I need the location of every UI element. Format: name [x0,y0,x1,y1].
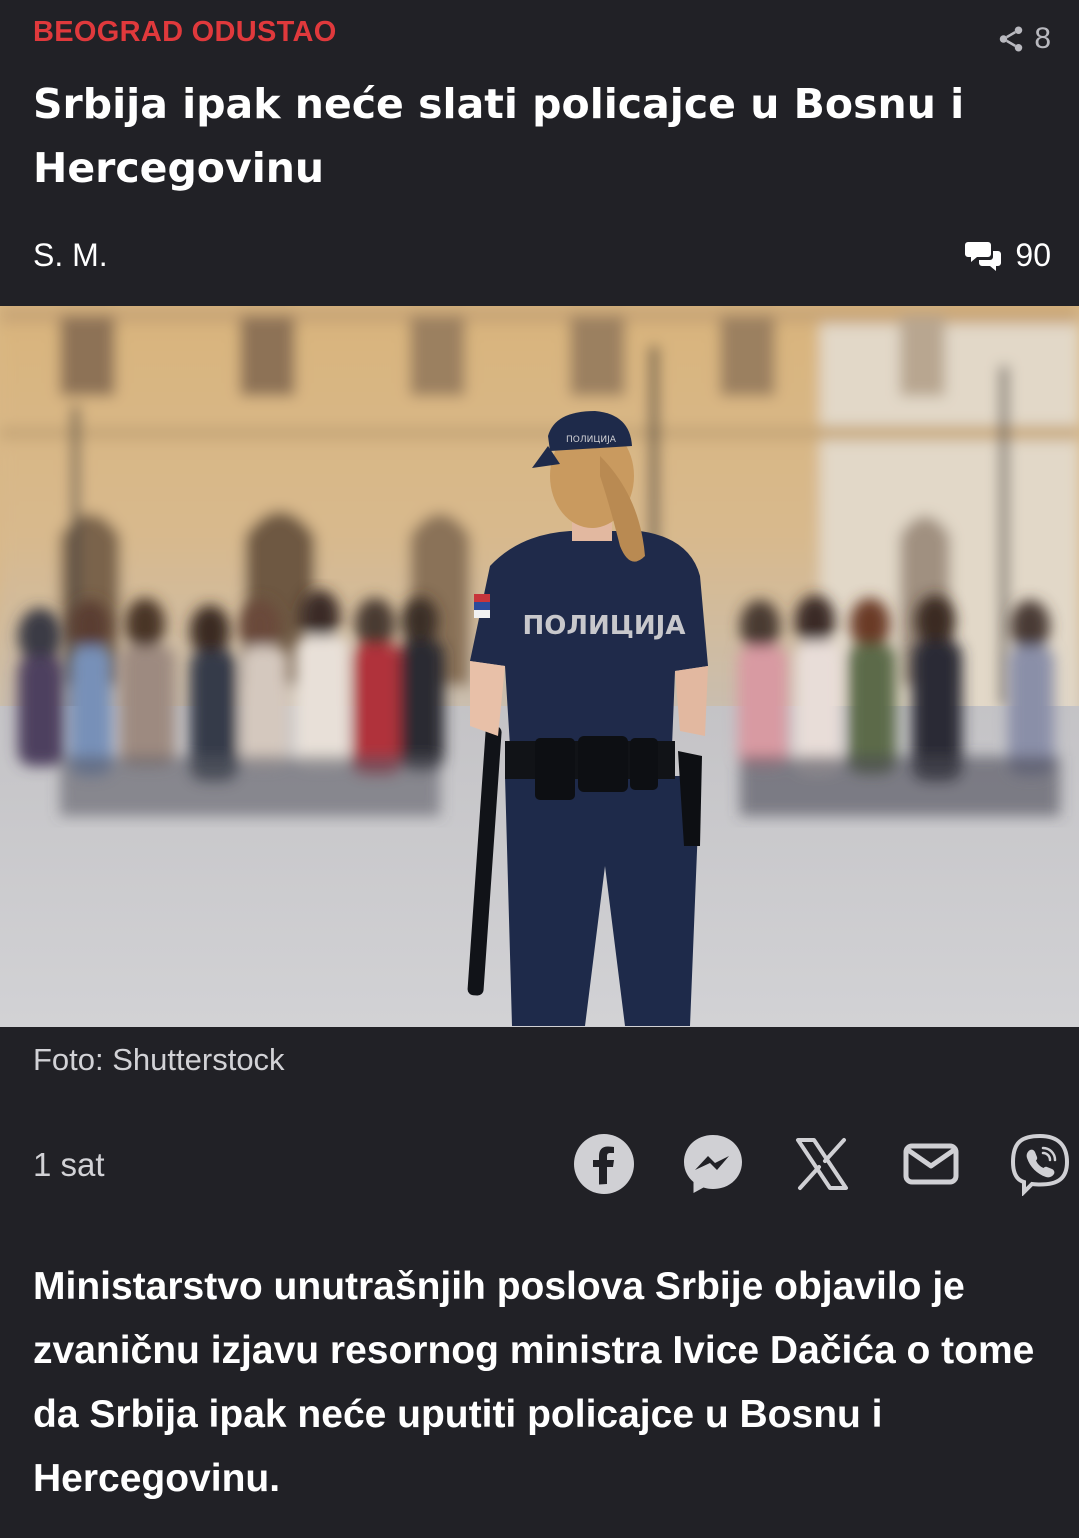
publish-time: 1 sat [33,1146,105,1183]
article-kicker[interactable]: BEOGRAD ODUSTAO [33,16,337,49]
x-icon [796,1138,848,1190]
share-messenger-button[interactable] [681,1132,745,1196]
police-officer-image: ПОЛИЦИЈА ПОЛИЦИЈА [0,306,1079,1027]
share-viber-button[interactable] [1008,1132,1072,1196]
article-author[interactable]: S. M. [33,237,108,274]
article-headline: Srbija ipak neće slati policajce u Bosnu… [33,80,965,192]
uniform-text: ПОЛИЦИЈА [523,611,686,641]
viber-icon [1010,1133,1070,1196]
share-x-button[interactable] [790,1132,854,1196]
share-facebook-button[interactable] [572,1132,636,1196]
comments-link[interactable]: 90 [965,237,1051,274]
comment-count: 90 [1015,237,1051,273]
share-bar [572,1132,1072,1196]
photo-caption: Foto: Shutterstock [33,1042,285,1077]
share-icon [1000,26,1023,52]
article-page: BEOGRAD ODUSTAO 8 Srbija ipak neće slati… [0,0,1079,1538]
facebook-icon [574,1134,634,1194]
email-icon [903,1143,959,1185]
messenger-icon [684,1135,742,1193]
comments-icon [965,241,1002,271]
share-count-value: 8 [1034,22,1051,55]
cap-text: ПОЛИЦИЈА [566,435,617,445]
share-email-button[interactable] [899,1132,963,1196]
article-lead: Ministarstvo unutrašnjih poslova Srbije … [33,1265,1035,1500]
share-count[interactable]: 8 [996,22,1051,56]
article-photo[interactable]: ПОЛИЦИЈА ПОЛИЦИЈА [0,306,1079,1027]
